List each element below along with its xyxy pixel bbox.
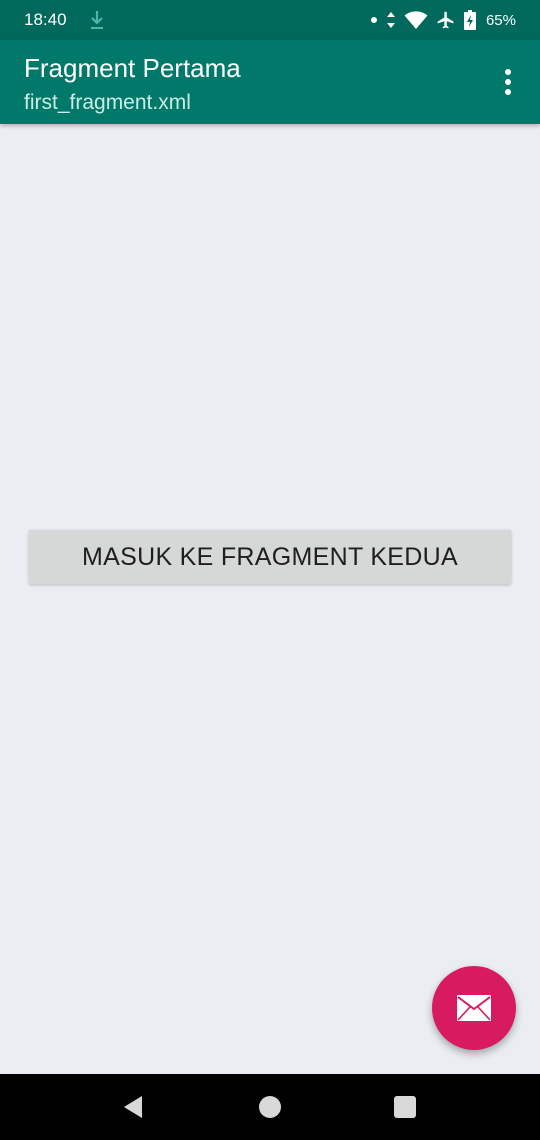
nav-bar <box>0 1074 540 1140</box>
go-to-second-fragment-button[interactable]: MASUK KE FRAGMENT KEDUA <box>29 530 511 584</box>
app-title: Fragment Pertama <box>24 53 241 83</box>
status-icons: 65% <box>370 8 516 32</box>
app-bar: Fragment Pertama first_fragment.xml <box>0 40 540 124</box>
email-icon <box>457 995 491 1021</box>
screen: 18:40 65% Fragment Pertama first_fragmen… <box>0 0 540 1140</box>
battery-charging-icon <box>463 10 476 30</box>
back-icon[interactable] <box>120 1094 146 1120</box>
battery-percent: 65% <box>485 11 516 29</box>
data-arrows-icon <box>386 12 395 28</box>
dot-icon <box>370 17 377 23</box>
menu-dot <box>505 89 511 95</box>
more-vert-icon[interactable] <box>490 60 526 104</box>
fab-email-button[interactable] <box>432 966 516 1050</box>
status-time: 18:40 <box>24 10 67 29</box>
airplane-icon <box>437 11 454 29</box>
recents-icon[interactable] <box>392 1094 418 1120</box>
app-subtitle: first_fragment.xml <box>24 91 191 114</box>
status-bar: 18:40 65% <box>0 0 540 40</box>
download-icon <box>91 11 103 29</box>
home-icon[interactable] <box>257 1094 283 1120</box>
menu-dot <box>505 79 511 85</box>
wifi-icon <box>404 11 428 29</box>
menu-dot <box>505 69 511 75</box>
